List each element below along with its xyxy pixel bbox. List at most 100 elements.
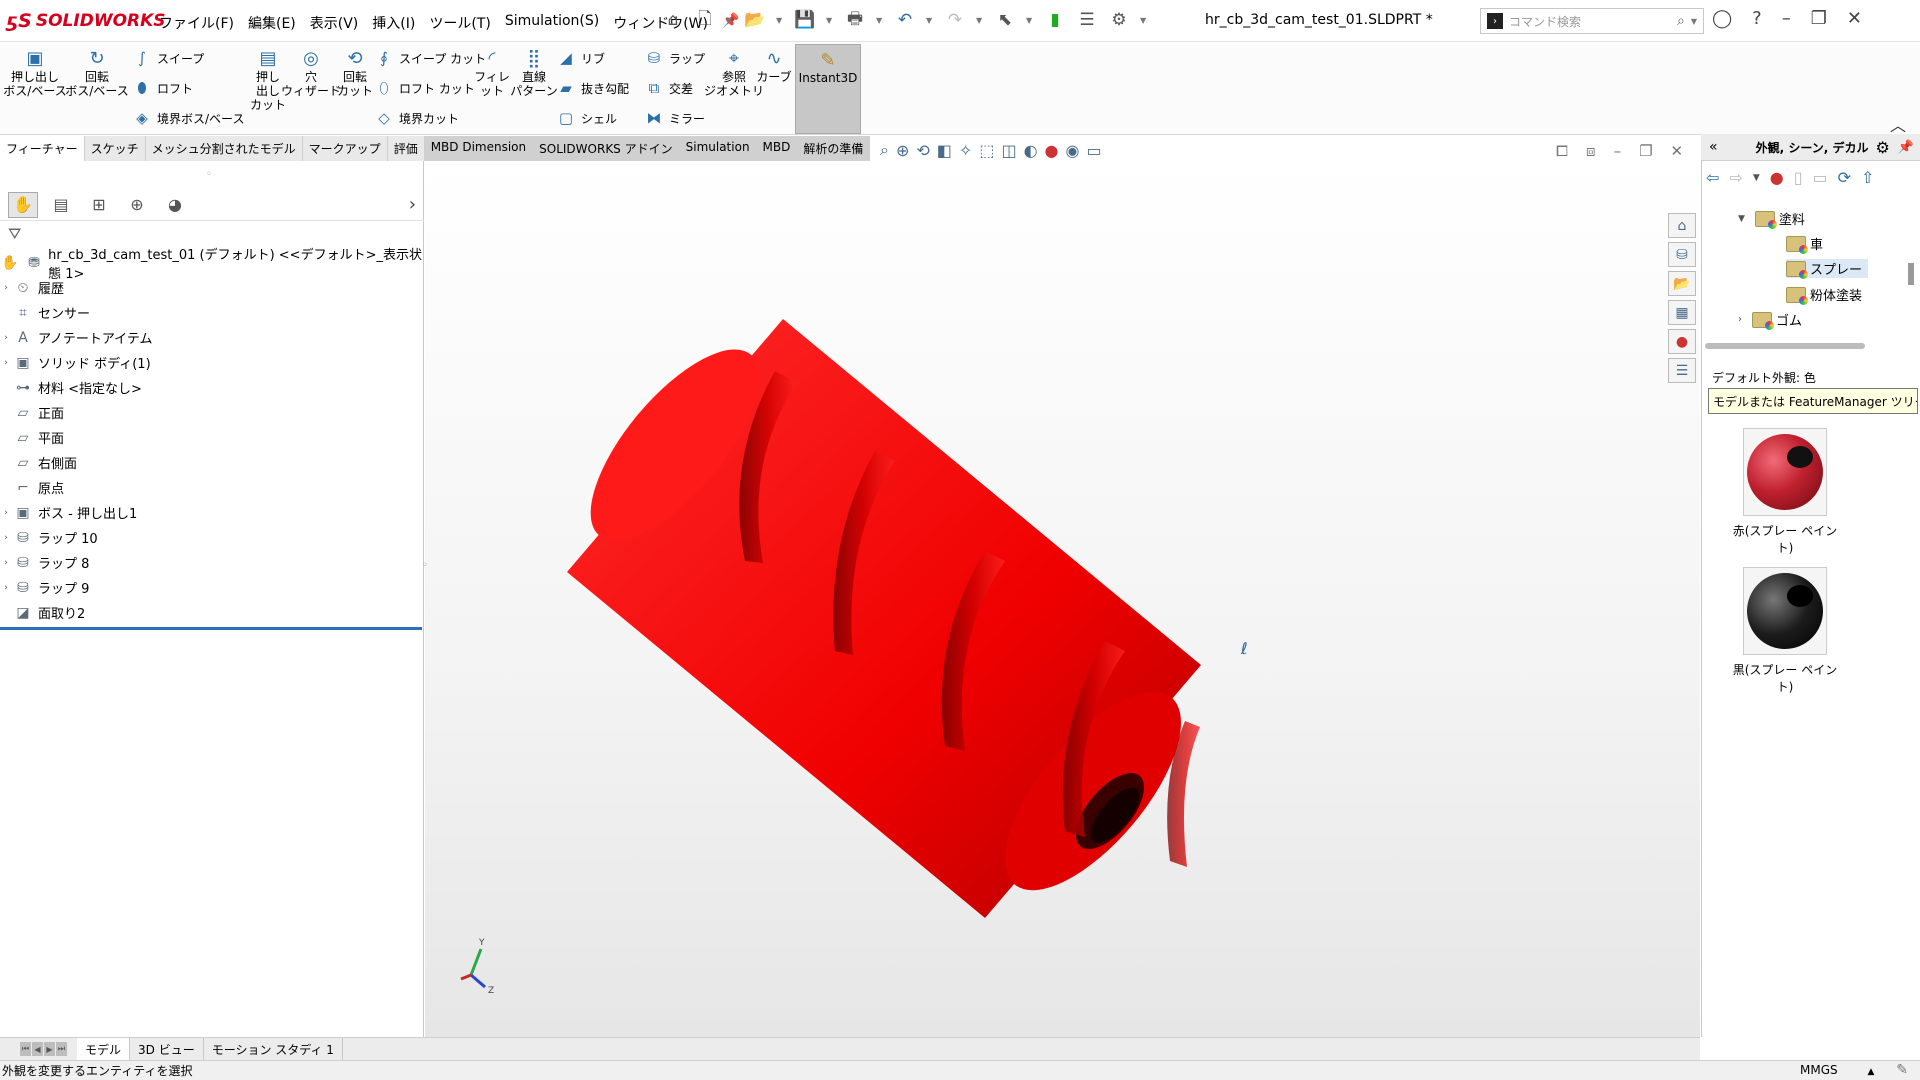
help-icon[interactable]: ? — [1752, 8, 1762, 29]
refresh-icon[interactable]: ⟳ — [1838, 168, 1851, 187]
first-tab-icon[interactable]: ⏮ — [20, 1042, 31, 1056]
tree-node-solid-bodies[interactable]: › ▣ ソリッド ボディ(1) — [0, 350, 422, 375]
viewport-minimize-icon[interactable]: – — [1614, 142, 1622, 160]
edit-appearance-icon[interactable]: ● — [1045, 141, 1059, 160]
collapse-left-icon[interactable]: « — [1709, 139, 1718, 155]
solidworks-resources-icon[interactable]: ⌂ — [1668, 213, 1696, 238]
redo-icon[interactable]: ↷ — [944, 9, 966, 31]
file-properties-icon[interactable]: ☰ — [1076, 9, 1098, 31]
settings-gear-icon[interactable]: ⚙ — [1875, 138, 1889, 157]
graphics-area[interactable]: ℓ Y Z — [425, 161, 1700, 1037]
property-manager-tab-icon[interactable]: ▤ — [46, 192, 76, 218]
loft-button[interactable]: ⬮ ロフト — [132, 78, 193, 98]
cam-part[interactable] — [562, 319, 1211, 918]
expand-icon[interactable]: › — [0, 583, 12, 593]
tile-vertical-icon[interactable]: ⧈ — [1586, 142, 1596, 160]
undo-icon[interactable]: ↶ — [894, 9, 916, 31]
tree-folder-car[interactable]: 車 — [1786, 234, 1823, 254]
close-icon[interactable]: ✕ — [1847, 8, 1862, 29]
chevron-down-icon[interactable]: ▼ — [876, 16, 884, 25]
viewport-close-icon[interactable]: ✕ — [1671, 142, 1684, 160]
dimxpert-tab-icon[interactable]: ⊕ — [122, 192, 152, 218]
tree-node-chamfer[interactable]: ◪ 面取り2 — [0, 600, 422, 625]
tree-node-wrap-9[interactable]: › ⛁ ラップ 9 — [0, 575, 422, 600]
next-tab-icon[interactable]: ▶ — [44, 1042, 55, 1056]
display-manager-tab-icon[interactable]: ◕ — [160, 192, 190, 218]
chevron-down-icon[interactable]: ▼ — [826, 16, 834, 25]
chevron-down-icon[interactable]: ▼ — [1140, 16, 1148, 25]
tree-node-right-plane[interactable]: ▱ 右側面 — [0, 450, 422, 475]
chevron-down-icon[interactable]: ▼ — [1753, 173, 1760, 183]
viewport-restore-icon[interactable]: ❐ — [1639, 142, 1652, 160]
zoom-to-fit-icon[interactable]: ⌕ — [880, 140, 889, 160]
tab-mbd-dimension[interactable]: MBD Dimension — [424, 136, 534, 161]
instant3d-button[interactable]: ✎ Instant3D — [795, 44, 861, 134]
boundary-boss-button[interactable]: ◈ 境界ボス/ベース — [132, 108, 244, 128]
tree-folder-spray[interactable]: スプレー — [1786, 259, 1869, 279]
chevron-down-icon[interactable]: ▼ — [1026, 16, 1034, 25]
custom-properties-icon[interactable]: ☰ — [1668, 358, 1696, 383]
hide-show-icon[interactable]: ◐ — [1024, 141, 1038, 160]
apply-scene-icon[interactable]: ◉ — [1066, 141, 1080, 160]
loft-cut-button[interactable]: ⬯ ロフト カット — [374, 78, 475, 98]
tree-node-wrap-10[interactable]: › ⛁ ラップ 10 — [0, 525, 422, 550]
curves-button[interactable]: ∿ カーブ — [756, 48, 792, 85]
wrap-button[interactable]: ⛁ ラップ — [644, 48, 705, 68]
revolve-boss-button[interactable]: ↻ 回転 ボス/ベース — [65, 48, 128, 99]
expand-icon[interactable]: › — [0, 283, 12, 293]
tab-mbd[interactable]: MBD — [756, 136, 798, 161]
revolve-cut-button[interactable]: ⟲ 回転 カット — [336, 48, 374, 99]
app-logo[interactable]: ƽS SOLIDWORKS — [6, 9, 166, 33]
tree-node-annotations[interactable]: › A アノテートアイテム — [0, 325, 422, 350]
tab-markup[interactable]: マークアップ — [303, 136, 388, 161]
design-library-icon[interactable]: ⛁ — [1668, 242, 1696, 267]
dynamic-annotation-icon[interactable]: ✧ — [959, 141, 972, 160]
rib-button[interactable]: ◢ リブ — [556, 48, 605, 68]
select-cursor-icon[interactable]: ⬉ — [994, 9, 1016, 31]
home-icon[interactable]: ⌂ — [662, 9, 684, 31]
appearances-icon[interactable]: ● — [1668, 329, 1696, 354]
tab-motion-study[interactable]: モーション スタディ 1 — [204, 1037, 343, 1061]
tree-node-sensor[interactable]: ⌗ センサー — [0, 300, 422, 325]
chevron-down-icon[interactable]: ▼ — [1691, 17, 1697, 26]
save-icon[interactable]: 💾 — [794, 9, 816, 31]
menu-view[interactable]: 表示(V) — [309, 11, 360, 35]
expand-icon[interactable]: › — [0, 333, 12, 343]
tab-addins[interactable]: SOLIDWORKS アドイン — [533, 136, 680, 161]
last-tab-icon[interactable]: ⏭ — [56, 1042, 67, 1056]
collapse-ribbon-icon[interactable]: ︿ — [1890, 112, 1906, 136]
view-palette-icon[interactable]: ▦ — [1668, 300, 1696, 325]
filter-icon[interactable]: ⛛ — [8, 224, 21, 244]
appearances-library-icon[interactable]: ● — [1770, 168, 1784, 187]
display-style-icon[interactable]: ◫ — [1001, 141, 1016, 160]
panel-splitter-icon[interactable]: ◦ — [422, 560, 428, 610]
reference-geometry-button[interactable]: ⌖ 参照 ジオメトリ — [704, 48, 764, 99]
chevron-right-icon[interactable]: › — [409, 194, 416, 215]
shell-button[interactable]: ▢ シェル — [556, 108, 617, 128]
rebuild-icon[interactable]: ▮ — [1044, 9, 1066, 31]
tab-simulation[interactable]: Simulation — [679, 136, 757, 161]
tree-vertical-scrollbar[interactable] — [1908, 263, 1914, 285]
search-icon[interactable]: ⌕ — [1677, 13, 1685, 29]
menu-edit[interactable]: 編集(E) — [247, 11, 297, 35]
print-icon[interactable]: 🖶 — [844, 9, 866, 31]
tree-node-boss-extrude[interactable]: › ▣ ボス - 押し出し1 — [0, 500, 422, 525]
extrude-cut-button[interactable]: ▤ 押し 出し カット — [250, 48, 286, 113]
tree-node-history[interactable]: › ⏲ 履歴 — [0, 275, 422, 300]
prev-tab-icon[interactable]: ◀ — [32, 1042, 43, 1056]
chevron-down-icon[interactable]: ▼ — [1738, 214, 1745, 224]
swatch-black-spray[interactable] — [1743, 567, 1827, 655]
menu-file[interactable]: ファイル(F) — [158, 11, 235, 35]
tree-root[interactable]: ✋ ⛃ hr_cb_3d_cam_test_01 (デフォルト) <<デフォルト… — [0, 248, 422, 282]
tree-folder-paint[interactable]: ▼ 塗料 — [1738, 209, 1805, 229]
tree-node-front-plane[interactable]: ▱ 正面 — [0, 400, 422, 425]
swatch-red-spray[interactable] — [1743, 428, 1827, 516]
tab-mesh-model[interactable]: メッシュ分割されたモデル — [146, 136, 303, 161]
extrude-boss-button[interactable]: ▣ 押し出し ボス/ベース — [3, 48, 66, 99]
quick-tips-icon[interactable]: ✎ — [1896, 1062, 1908, 1078]
chevron-down-icon[interactable]: ▼ — [776, 16, 784, 25]
new-document-icon[interactable]: 🗋 — [694, 9, 716, 31]
feature-manager-tab-icon[interactable]: ✋ — [8, 191, 38, 218]
up-level-icon[interactable]: ⇧ — [1861, 168, 1874, 187]
fillet-button[interactable]: ◜ フィレット — [470, 48, 514, 99]
